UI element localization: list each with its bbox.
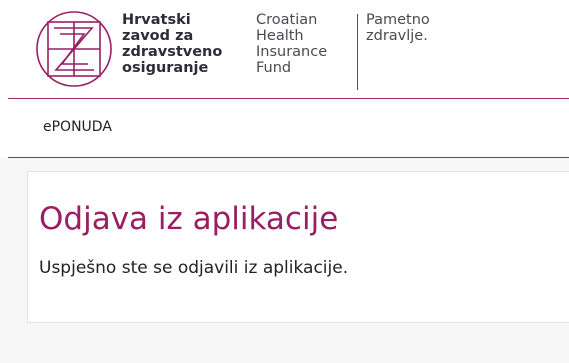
tagline-line: zdravlje. (366, 28, 428, 44)
org-name-en-line: Insurance (256, 44, 328, 60)
content-area: Odjava iz aplikacije Uspješno ste se odj… (0, 158, 569, 363)
header: Hrvatski zavod za zdravstveno osiguranje… (0, 0, 569, 98)
hzzo-z-logo-icon (34, 8, 114, 90)
header-divider (357, 14, 358, 90)
org-name-hr-line: zdravstveno (122, 44, 223, 60)
org-name-croatian: Hrvatski zavod za zdravstveno osiguranje (122, 12, 222, 76)
logout-message: Uspješno ste se odjavili iz aplikacije. (39, 258, 349, 278)
tagline: Pametno zdravlje. (366, 12, 430, 44)
org-name-hr-line: zavod za (122, 28, 194, 44)
org-name-hr-line: osiguranje (122, 60, 209, 76)
org-name-en-line: Fund (256, 60, 292, 76)
nav-item-eponuda[interactable]: ePONUDA (43, 119, 112, 135)
org-name-english: Croatian Health Insurance Fund (256, 12, 327, 76)
logout-card: Odjava iz aplikacije Uspješno ste se odj… (27, 171, 569, 323)
org-name-en-line: Health (256, 28, 304, 44)
main-nav: ePONUDA (0, 99, 569, 157)
org-name-en-line: Croatian (256, 12, 318, 28)
tagline-line: Pametno (366, 12, 430, 28)
page-title: Odjava iz aplikacije (39, 201, 339, 237)
org-name-hr-line: Hrvatski (122, 12, 191, 28)
